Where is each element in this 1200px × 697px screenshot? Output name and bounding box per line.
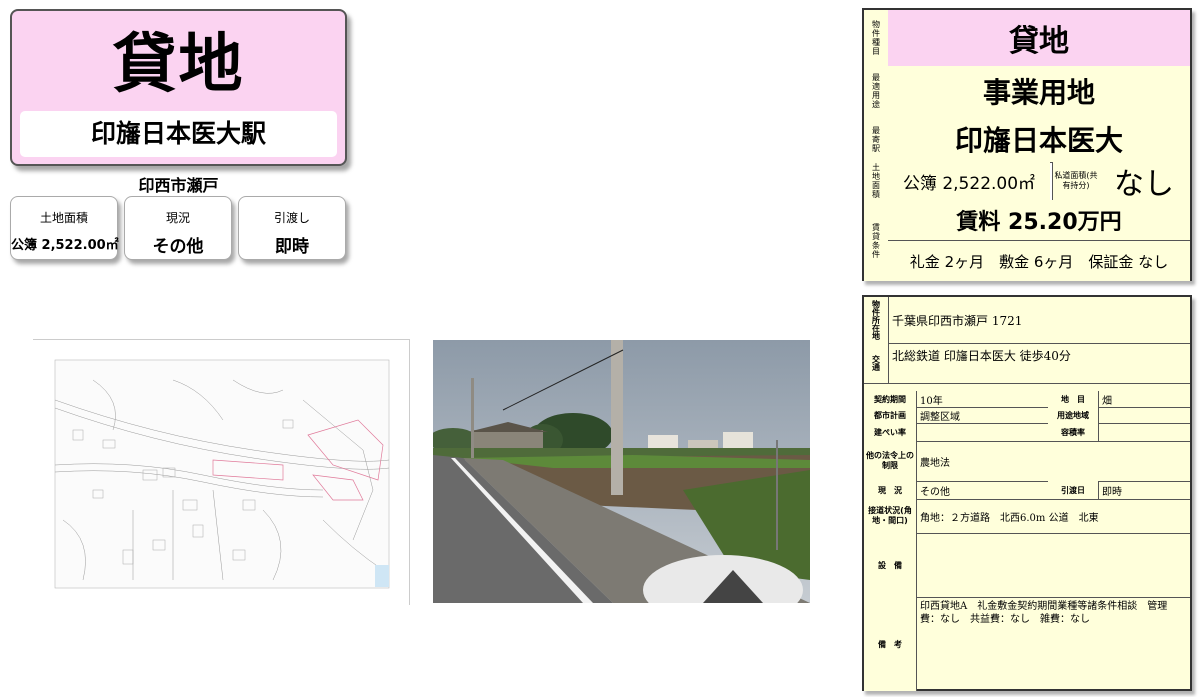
site-photo [433, 340, 810, 603]
equipment-row: 設 備 [864, 533, 1190, 598]
use-label: 最適用途 [864, 66, 889, 116]
location-label: 物件所在地 [864, 297, 889, 343]
law-value: 農地法 [920, 457, 950, 469]
area-label: 土地面積 [864, 162, 889, 200]
type-value: 貸地 [888, 10, 1190, 66]
plan-value: 調整区域 [916, 407, 1053, 423]
law-label: 他の法令上の制限 [864, 441, 917, 481]
handover-label: 引渡し [273, 211, 310, 225]
private-road-label: 私道面積(共有持分) [1052, 162, 1100, 200]
transport-value: 北総鉄道 印旛日本医大 徒歩40分 [892, 349, 1071, 363]
location-value: 千葉県印西市瀬戸 1721 [892, 313, 1023, 328]
type-row: 物件種目 貸地 [864, 10, 1190, 67]
plan-row: 都市計画 調整区域 用途地域 [864, 407, 1190, 424]
station-row: 最寄駅 印旛日本医大 [864, 116, 1190, 163]
bcr-value [916, 423, 1053, 441]
term-value: 10年 [916, 391, 1053, 407]
road-row: 接道状況(角地・間口) 角地：２方道路 北西6.0m 公道 北東 [864, 499, 1190, 534]
remarks-label: 備 考 [864, 597, 917, 691]
transport-row: 交通 北総鉄道 印旛日本医大 徒歩40分 [864, 343, 1190, 384]
zone-label: 用途地域 [1048, 407, 1099, 423]
status-detail-label: 現 況 [864, 481, 917, 499]
private-road-value: なし [1098, 162, 1190, 202]
station-value: 印旛日本医大 [888, 116, 1190, 162]
bcr-label: 建ぺい率 [864, 423, 917, 441]
location-row: 物件所在地 千葉県印西市瀬戸 1721 [864, 297, 1190, 344]
equipment-value [916, 533, 920, 597]
land-area-label: 土地面積 [39, 211, 88, 225]
details-box: 物件所在地 千葉県印西市瀬戸 1721 交通 北総鉄道 印旛日本医大 徒歩40分… [862, 295, 1192, 691]
rent-row: 賃貸条件 賃料 25.20万円 礼金 2ヶ月 敷金 6ヶ月 保証金 なし [864, 200, 1190, 281]
use-value: 事業用地 [888, 66, 1190, 116]
handover-value: 即時 [275, 237, 309, 257]
term-label: 契約期間 [864, 391, 917, 407]
equipment-label: 設 備 [864, 533, 917, 597]
chimoku-label: 地 目 [1048, 391, 1099, 407]
property-type-card: 貸地 印旛日本医大駅 [10, 9, 347, 166]
chimoku-value: 畑 [1102, 395, 1112, 407]
status-label: 現況 [165, 211, 190, 225]
status-value: その他 [152, 237, 204, 257]
status-detail-value: その他 [916, 481, 1053, 499]
remarks-row: 備 考 印西貸地A 礼金敷金契約期間業種等諸条件相談 管理費：なし 共益費：なし… [864, 597, 1190, 691]
area-row: 土地面積 公簿 2,522.00㎡ 私道面積(共有持分) なし [864, 162, 1190, 202]
station-name: 印旛日本医大駅 [20, 111, 337, 157]
status-card: 現況 その他 [124, 196, 232, 260]
use-row: 最適用途 事業用地 [864, 66, 1190, 117]
city-name: 印西市瀬戸 [138, 176, 219, 195]
type-label: 物件種目 [864, 10, 889, 66]
land-area-card: 土地面積 公簿 2,522.00㎡ [10, 196, 119, 260]
property-type-title: 貸地 [112, 28, 245, 102]
land-area-value: 公簿 2,522.00㎡ [11, 238, 119, 253]
handover-card: 引渡し 即時 [238, 196, 346, 260]
remarks-value: 印西貸地A 礼金敷金契約期間業種等諸条件相談 管理費：なし 共益費：なし 雑費：… [920, 601, 1168, 625]
site-map [33, 339, 410, 605]
far-label: 容積率 [1048, 423, 1099, 441]
bcr-row: 建ぺい率 容積率 [864, 423, 1190, 442]
terms-value: 礼金 2ヶ月 敷金 6ヶ月 保証金 なし [888, 241, 1190, 281]
road-value: 角地：２方道路 北西6.0m 公道 北東 [920, 512, 1099, 524]
status-row: 現 況 その他 引渡日 即時 [864, 481, 1190, 500]
handover-date-value: 即時 [1102, 486, 1122, 498]
area-value: 公簿 2,522.00㎡ [888, 162, 1050, 200]
law-row: 他の法令上の制限 農地法 [864, 441, 1190, 482]
transport-label: 交通 [864, 343, 889, 383]
road-label: 接道状況(角地・間口) [864, 499, 917, 533]
zone-value [1098, 407, 1102, 423]
summary-box: 物件種目 貸地 最適用途 事業用地 最寄駅 印旛日本医大 土地面積 公簿 2,5… [862, 8, 1192, 281]
term-row: 契約期間 10年 地 目 畑 [864, 391, 1190, 408]
handover-date-label: 引渡日 [1048, 481, 1099, 499]
photo-drawing [433, 340, 810, 603]
map-drawing [54, 359, 390, 589]
plan-label: 都市計画 [864, 407, 917, 423]
rent-label: 賃貸条件 [864, 200, 889, 281]
far-value [1098, 423, 1102, 441]
station-label: 最寄駅 [864, 116, 889, 162]
rent-value: 賃料 25.20万円 [888, 200, 1190, 241]
